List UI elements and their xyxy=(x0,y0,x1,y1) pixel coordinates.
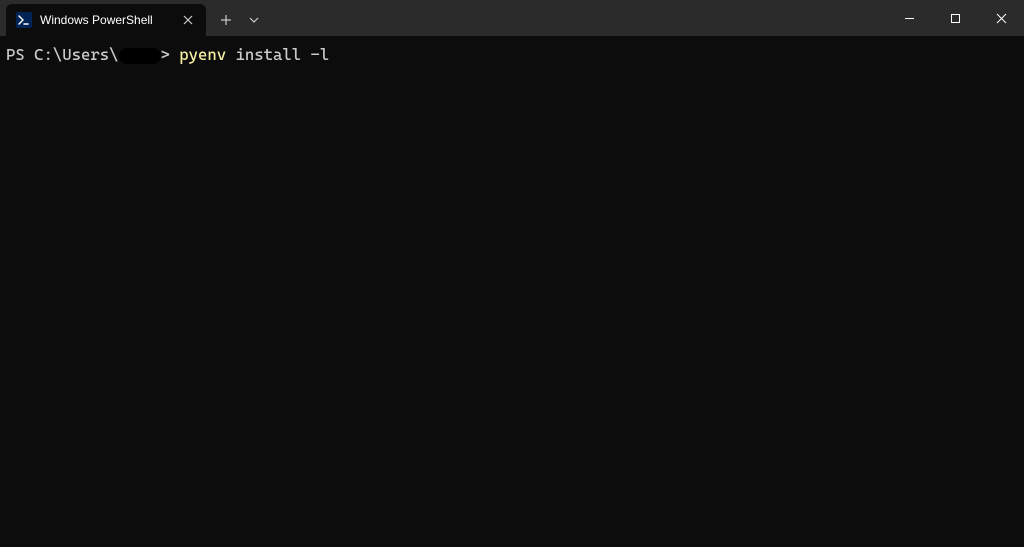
close-window-button[interactable] xyxy=(978,0,1024,36)
prompt-line: PS C:\Users\ > pyenv install -l xyxy=(6,44,1018,66)
titlebar-drag-region[interactable] xyxy=(266,0,886,36)
new-tab-button[interactable] xyxy=(210,4,242,36)
prompt-prefix: PS xyxy=(6,45,34,64)
window-controls xyxy=(886,0,1024,36)
powershell-icon xyxy=(16,12,32,28)
titlebar[interactable]: Windows PowerShell xyxy=(0,0,1024,36)
command-arguments: install -l xyxy=(226,45,329,64)
tab-close-button[interactable] xyxy=(180,12,196,28)
terminal-window: Windows PowerShell xyxy=(0,0,1024,547)
tab-powershell[interactable]: Windows PowerShell xyxy=(6,4,206,36)
tab-title: Windows PowerShell xyxy=(40,13,172,27)
maximize-button[interactable] xyxy=(932,0,978,36)
redacted-username xyxy=(119,48,161,64)
minimize-button[interactable] xyxy=(886,0,932,36)
terminal-body[interactable]: PS C:\Users\ > pyenv install -l xyxy=(0,36,1024,547)
prompt-caret: > xyxy=(161,45,170,64)
tab-dropdown-button[interactable] xyxy=(242,4,266,36)
command-executable: pyenv xyxy=(179,45,226,64)
prompt-path: C:\Users\ xyxy=(34,45,118,64)
